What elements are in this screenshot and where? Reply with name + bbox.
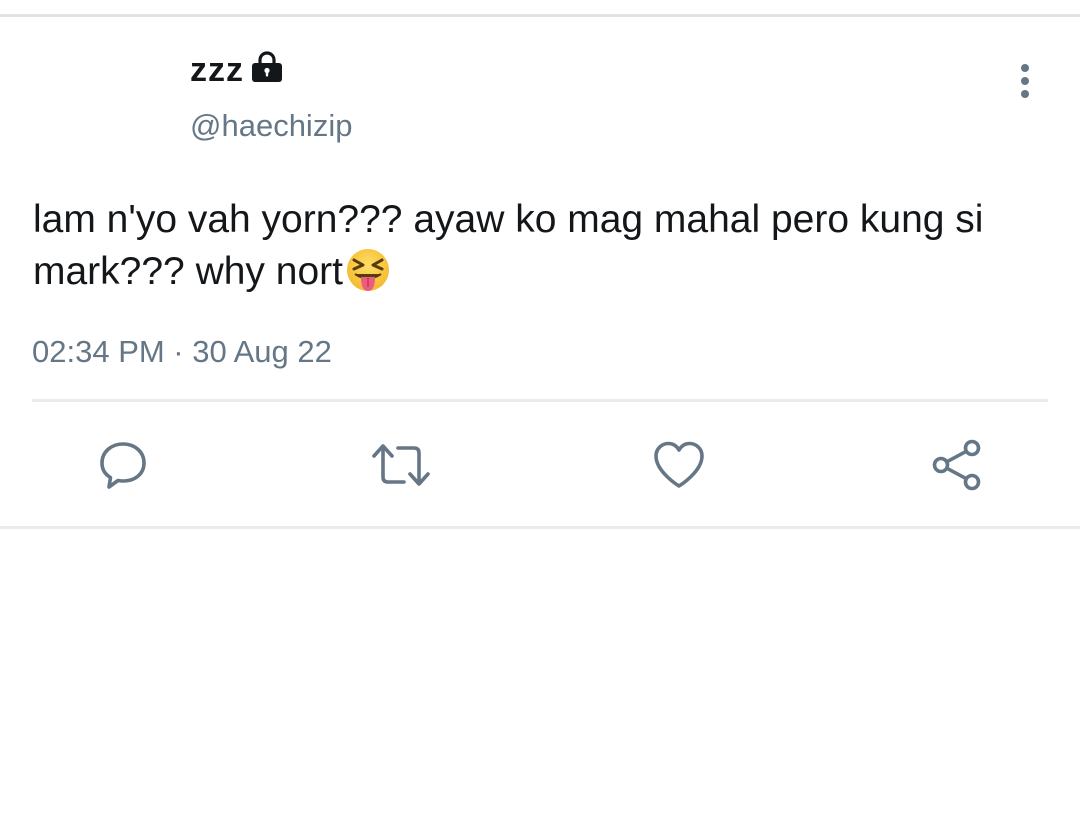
reply-button[interactable] [88, 430, 158, 500]
action-divider [32, 399, 1048, 402]
more-options-button[interactable] [1004, 58, 1046, 104]
bottom-divider [0, 526, 1080, 529]
avatar[interactable] [32, 48, 160, 176]
tweet-text: lam n'yo vah yorn??? ayaw ko mag mahal p… [33, 194, 1043, 298]
share-icon [932, 439, 981, 491]
lock-icon [252, 51, 282, 82]
display-name: zzz [190, 51, 244, 89]
heart-icon [654, 441, 704, 488]
user-handle[interactable]: @haechizip [190, 106, 352, 146]
tweet-timestamp[interactable]: 02:34 PM · 30 Aug 22 [32, 332, 332, 372]
tweet-action-bar [0, 430, 1080, 500]
squinting-face-with-tongue-icon [346, 249, 389, 291]
more-vertical-icon [1021, 64, 1029, 98]
like-button[interactable] [644, 430, 714, 500]
tweet-detail-page: zzz @haechizip lam n'yo vah yorn??? ayaw… [0, 0, 1080, 814]
share-button[interactable] [922, 430, 992, 500]
tweet-body: lam n'yo vah yorn??? ayaw ko mag mahal p… [33, 198, 984, 293]
top-divider [0, 14, 1080, 17]
reply-icon [100, 442, 146, 489]
retweet-icon [372, 444, 430, 486]
retweet-button[interactable] [366, 430, 436, 500]
author-name-row[interactable]: zzz [190, 50, 284, 90]
